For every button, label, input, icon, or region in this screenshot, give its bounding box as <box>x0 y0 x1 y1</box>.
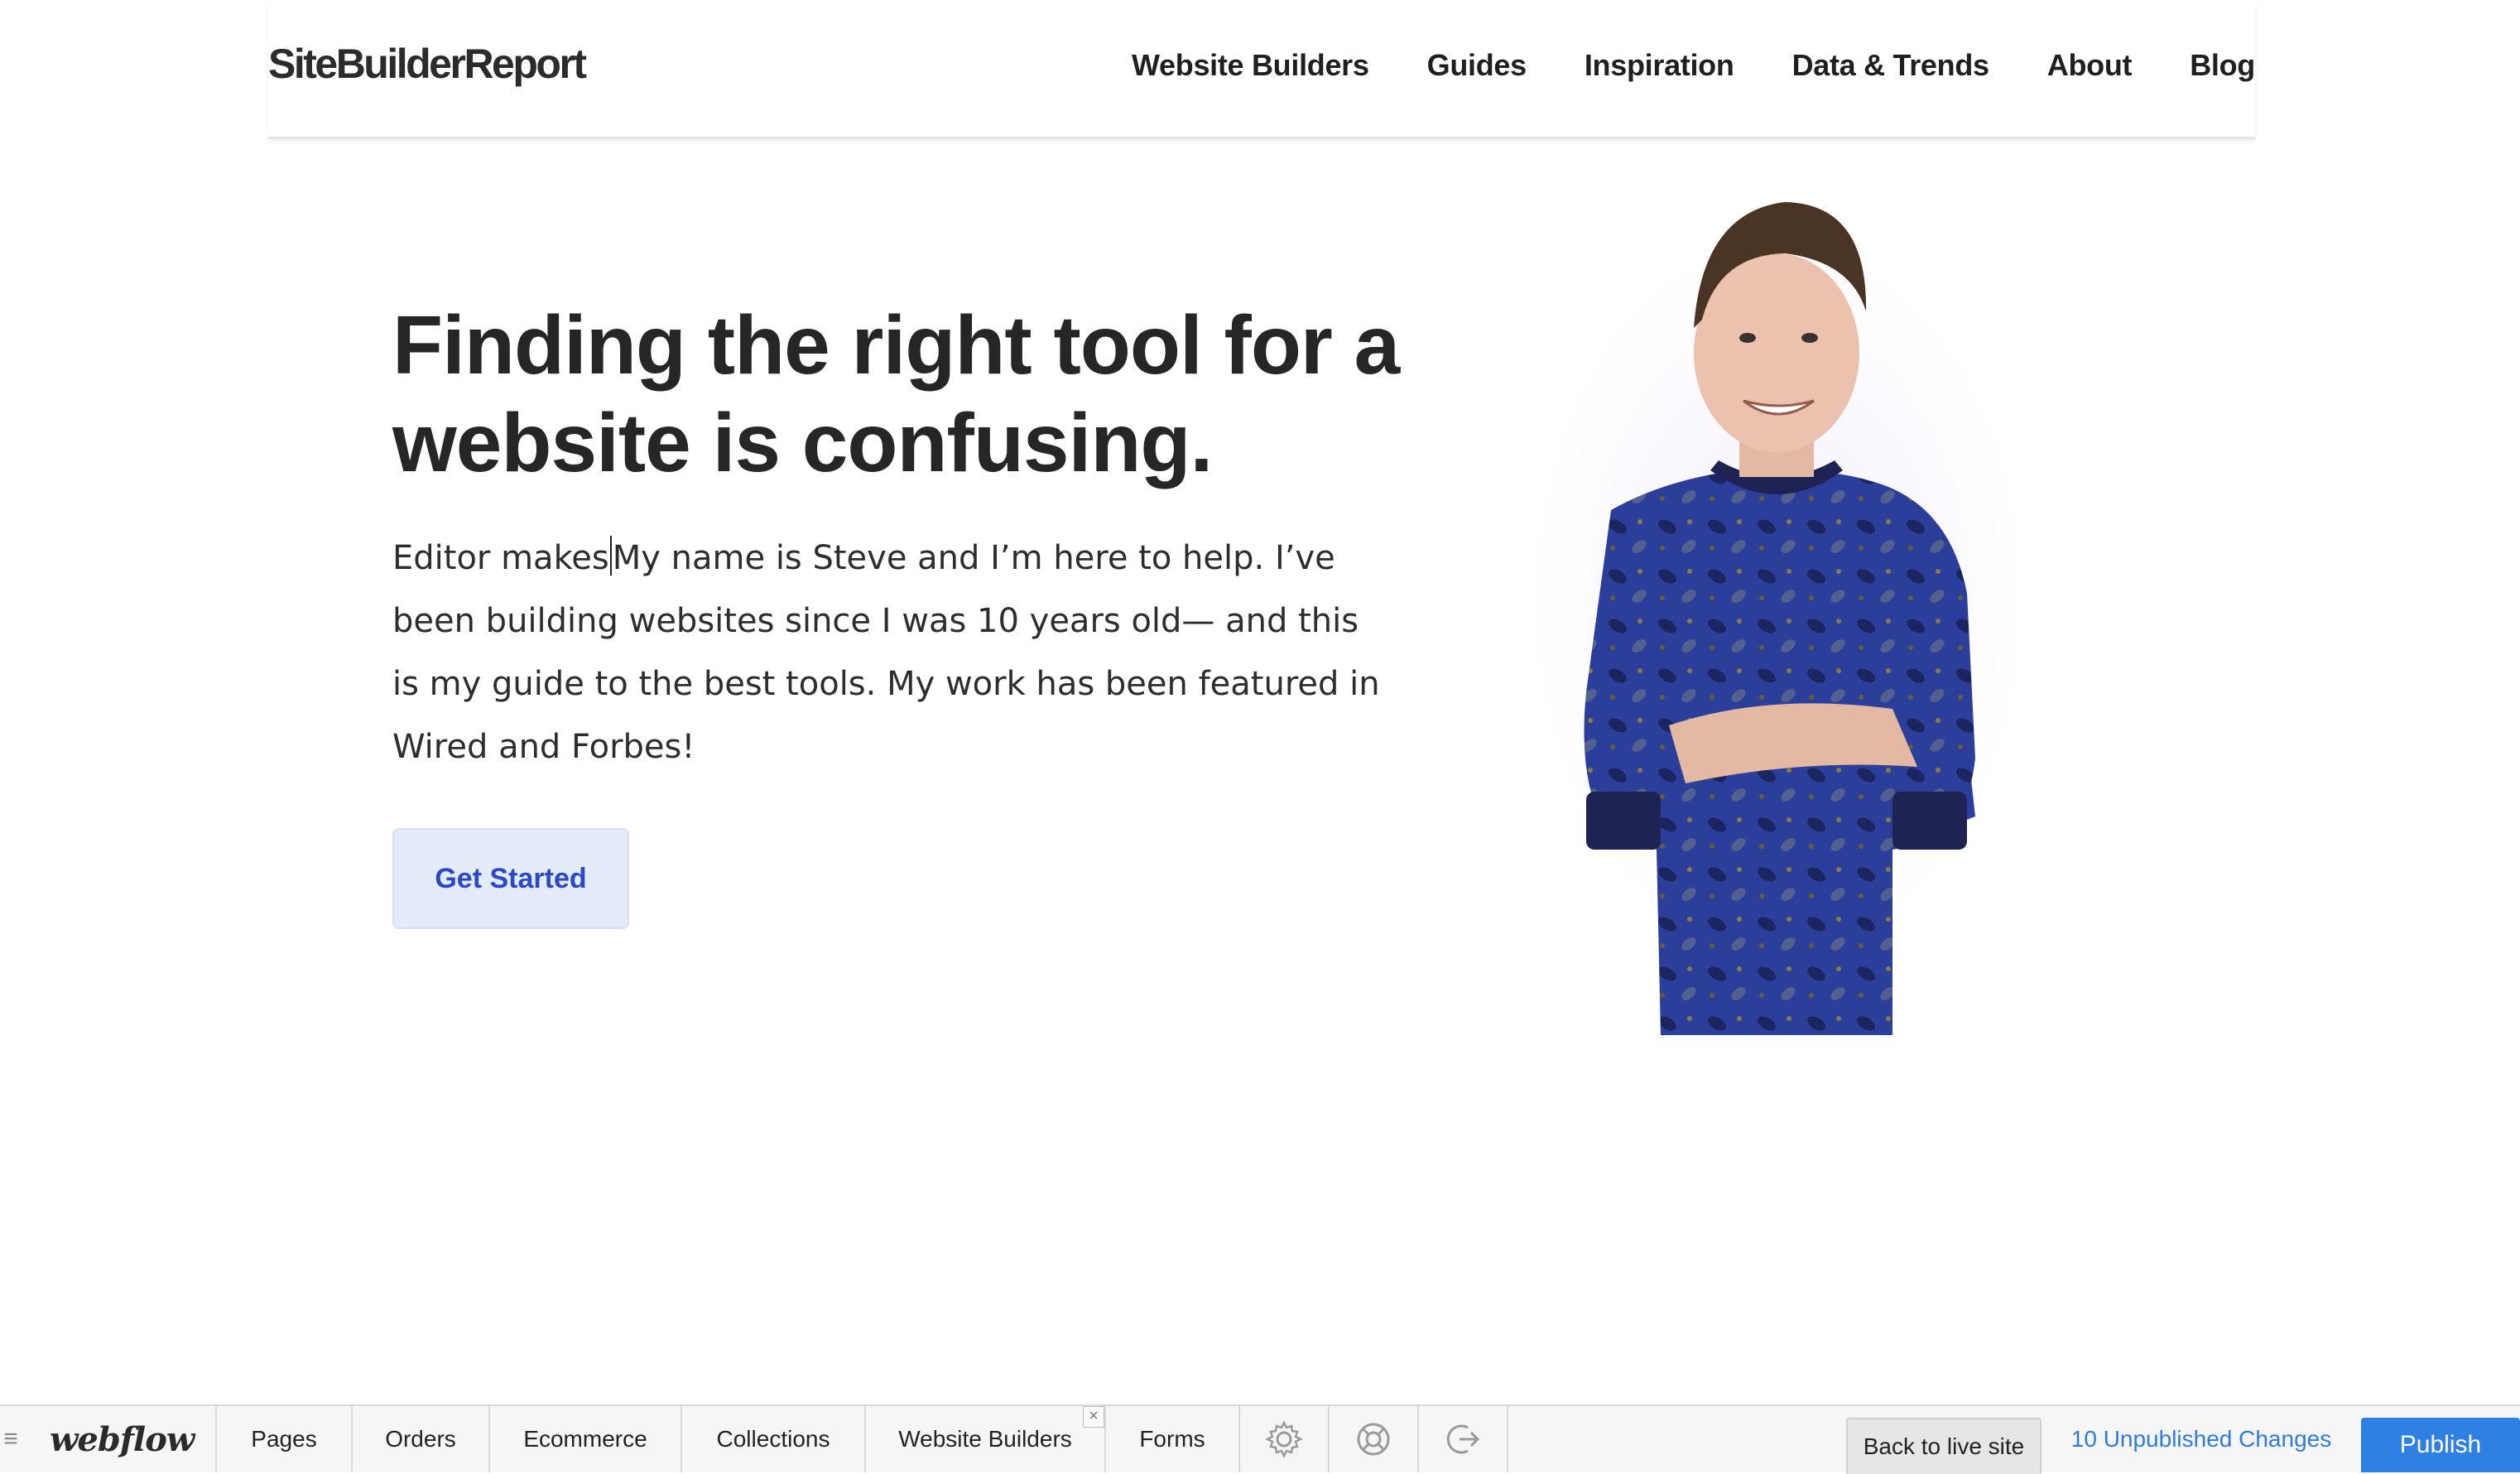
help-lifebuoy-icon <box>1357 1423 1390 1456</box>
settings-button[interactable] <box>1240 1406 1330 1472</box>
help-button[interactable] <box>1330 1406 1419 1472</box>
webflow-logo[interactable]: webflow <box>22 1406 217 1472</box>
gear-icon <box>1265 1420 1303 1458</box>
tab-orders[interactable]: Orders <box>353 1406 490 1472</box>
logout-button[interactable] <box>1419 1406 1508 1472</box>
nav-inspiration[interactable]: Inspiration <box>1585 48 1734 83</box>
tab-pages[interactable]: Pages <box>217 1406 353 1472</box>
portrait-illustration <box>1584 202 1975 1035</box>
author-portrait <box>1503 162 2053 1035</box>
nav-data-trends[interactable]: Data & Trends <box>1792 48 1989 83</box>
tab-forms[interactable]: Forms <box>1106 1406 1240 1472</box>
webflow-editor-bar: ≡ webflow Pages Orders Ecommerce Collect… <box>0 1404 2520 1474</box>
drag-handle-icon[interactable]: ≡ <box>0 1406 22 1472</box>
close-icon[interactable]: × <box>1083 1406 1104 1428</box>
tab-collections[interactable]: Collections <box>682 1406 866 1472</box>
tab-ecommerce[interactable]: Ecommerce <box>490 1406 682 1472</box>
get-started-button[interactable]: Get Started <box>392 828 629 929</box>
unpublished-changes-link[interactable]: 10 Unpublished Changes <box>2041 1406 2361 1472</box>
site-logo[interactable]: SiteBuilderReport <box>268 40 587 88</box>
editor-prefix-text: Editor makes <box>392 539 609 577</box>
publish-button[interactable]: Publish <box>2361 1418 2520 1472</box>
hero-body[interactable]: Editor makes My name is Steve and I’m her… <box>392 527 1386 778</box>
nav-website-builders[interactable]: Website Builders <box>1132 48 1369 83</box>
tab-website-builders-label: Website Builders <box>898 1426 1072 1452</box>
site-header: SiteBuilderReport Website Builders Guide… <box>268 0 2255 139</box>
nav-guides[interactable]: Guides <box>1427 48 1527 83</box>
nav-about[interactable]: About <box>2047 48 2133 83</box>
main-nav: Website Builders Guides Inspiration Data… <box>1132 48 2255 83</box>
back-to-live-site-button[interactable]: Back to live site <box>1846 1418 2041 1474</box>
hero-title: Finding the right tool for a website is … <box>392 299 1400 489</box>
logout-icon <box>1446 1424 1480 1454</box>
nav-blog[interactable]: Blog <box>2190 48 2255 83</box>
tab-website-builders[interactable]: Website Builders × <box>866 1406 1106 1472</box>
bar-spacer <box>1508 1406 1846 1472</box>
text-caret <box>609 536 612 576</box>
